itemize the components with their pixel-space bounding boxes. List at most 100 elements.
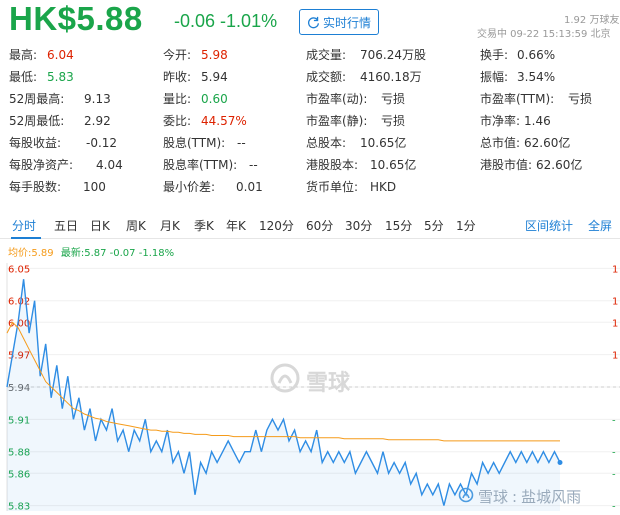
tab-period-10[interactable]: 15分 bbox=[385, 217, 412, 234]
price-change-value: -0.06 bbox=[174, 11, 216, 31]
stat-col4-0: 换手: 0.66% bbox=[480, 46, 555, 64]
stats-grid: 最高: 6.04 最低: 5.83 52周最高: 9.13 52周最低: 2.92 每股收益: -… bbox=[0, 46, 620, 200]
tab-period-2[interactable]: 日K bbox=[90, 217, 110, 234]
stat-col3-1: 成交额: 4160.18万 bbox=[306, 68, 422, 86]
stat-label: 52周最高: bbox=[9, 92, 65, 106]
stat-value: 10.65亿 bbox=[360, 136, 407, 150]
tab-period-12[interactable]: 1分 bbox=[456, 217, 476, 234]
stat-value: 5.98 bbox=[201, 48, 228, 62]
credit-separator: : bbox=[512, 487, 518, 506]
tab-period-8[interactable]: 60分 bbox=[306, 217, 333, 234]
stat-value: 2.92 bbox=[84, 114, 111, 128]
stat-col1-3: 52周最低: 2.92 bbox=[9, 112, 111, 130]
tab-period-11[interactable]: 5分 bbox=[424, 217, 444, 234]
stat-col1-5: 每股净资产: 4.04 bbox=[9, 156, 123, 174]
stat-col1-4: 每股收益: -0.12 bbox=[9, 134, 117, 152]
stat-value: 44.57% bbox=[201, 114, 247, 128]
stat-col4-1: 振幅: 3.54% bbox=[480, 68, 555, 86]
tab-period-4[interactable]: 月K bbox=[160, 217, 180, 234]
quote-header: HK$5.88 -0.06 -1.01% 实时行情 1.92 万球友 交易中 0… bbox=[0, 0, 620, 42]
stat-col4-4: 总市值: 62.60亿 bbox=[480, 134, 570, 152]
stat-label: 市净率: bbox=[480, 114, 521, 128]
stat-col3-2: 市盈率(动): 亏损 bbox=[306, 90, 405, 108]
tab-period-3[interactable]: 周K bbox=[126, 217, 146, 234]
stat-label: 每股净资产: bbox=[9, 158, 74, 172]
stat-value: 62.60亿 bbox=[536, 158, 583, 172]
realtime-quote-label: 实时行情 bbox=[322, 15, 371, 30]
tab-period-0[interactable]: 分时 bbox=[12, 217, 36, 234]
stat-col3-5: 港股股本: 10.65亿 bbox=[306, 156, 416, 174]
range-stats-link[interactable]: 区间统计 bbox=[525, 217, 573, 234]
stat-value: 10.65亿 bbox=[370, 158, 417, 172]
stat-value: 706.24万股 bbox=[360, 48, 426, 62]
stat-value: 4160.18万 bbox=[360, 70, 422, 84]
stat-value: 3.54% bbox=[517, 70, 556, 84]
y-tick-label-right: 1 bbox=[612, 297, 618, 308]
tab-period-9[interactable]: 30分 bbox=[345, 217, 372, 234]
stat-label: 市盈率(动): bbox=[306, 92, 368, 106]
price-change-percent: -1.01% bbox=[220, 11, 278, 31]
stat-value: 4.04 bbox=[96, 158, 123, 172]
last-price-dot bbox=[557, 459, 563, 465]
stat-col2-6: 最小价差: 0.01 bbox=[163, 178, 263, 196]
stat-value: 6.04 bbox=[47, 48, 74, 62]
stat-label: 换手: bbox=[480, 48, 509, 62]
active-tab-underline bbox=[11, 237, 41, 239]
stat-label: 港股股本: bbox=[306, 158, 359, 172]
stat-label: 最低: bbox=[9, 70, 38, 84]
y-tick-label-right: 1 bbox=[612, 318, 618, 329]
watermark: 雪球 bbox=[270, 363, 350, 399]
refresh-icon bbox=[307, 16, 320, 29]
stat-label: 每股收益: bbox=[9, 136, 62, 150]
stat-label: 成交额: bbox=[306, 70, 347, 84]
author-credit: 雪球 : 盐城风雨 bbox=[458, 486, 581, 507]
credit-brand: 雪球 bbox=[478, 488, 509, 506]
stat-value: 0.66% bbox=[517, 48, 556, 62]
current-price: HK$5.88 bbox=[9, 0, 143, 37]
stat-col3-0: 成交量: 706.24万股 bbox=[306, 46, 426, 64]
stat-label: 昨收: bbox=[163, 70, 192, 84]
y-tick-label-right: - bbox=[612, 502, 616, 513]
stat-value: 0.01 bbox=[236, 180, 263, 194]
stat-label: 量比: bbox=[163, 92, 192, 106]
stat-col2-4: 股息(TTM): -- bbox=[163, 134, 246, 152]
stat-col4-2: 市盈率(TTM): 亏损 bbox=[480, 90, 592, 108]
stat-label: 52周最低: bbox=[9, 114, 65, 128]
stat-value: 亏损 bbox=[381, 92, 406, 106]
stat-col1-6: 每手股数: 100 bbox=[9, 178, 106, 196]
stat-col1-1: 最低: 5.83 bbox=[9, 68, 74, 86]
realtime-quote-button[interactable]: 实时行情 bbox=[299, 9, 379, 35]
credit-author: 盐城风雨 bbox=[521, 488, 582, 506]
stat-label: 总市值: bbox=[480, 136, 521, 150]
snowball-logo-icon bbox=[270, 363, 300, 399]
stat-value: 亏损 bbox=[568, 92, 593, 106]
y-tick-label-right: 1 bbox=[612, 351, 618, 362]
snowball-small-icon bbox=[458, 487, 474, 507]
stat-label: 委比: bbox=[163, 114, 192, 128]
y-tick-label-right: - bbox=[612, 448, 616, 459]
stat-label: 股息率(TTM): bbox=[163, 158, 238, 172]
stat-label: 货币单位: bbox=[306, 180, 359, 194]
tab-period-6[interactable]: 年K bbox=[226, 217, 246, 234]
stat-col1-2: 52周最高: 9.13 bbox=[9, 90, 111, 108]
stat-value: -0.12 bbox=[86, 136, 118, 150]
fullscreen-link[interactable]: 全屏 bbox=[588, 217, 612, 234]
stat-col3-3: 市盈率(静): 亏损 bbox=[306, 112, 405, 130]
stat-label: 市盈率(静): bbox=[306, 114, 368, 128]
y-tick-label: 6.05 bbox=[8, 264, 30, 275]
stat-value: 62.60亿 bbox=[524, 136, 571, 150]
followers-count: 1.92 万球友 bbox=[564, 15, 620, 26]
stat-col2-3: 委比: 44.57% bbox=[163, 112, 247, 130]
stat-col2-1: 昨收: 5.94 bbox=[163, 68, 228, 86]
stat-label: 每手股数: bbox=[9, 180, 62, 194]
stat-label: 振幅: bbox=[480, 70, 509, 84]
tab-period-1[interactable]: 五日 bbox=[54, 217, 78, 234]
tab-period-5[interactable]: 季K bbox=[194, 217, 214, 234]
stat-col2-5: 股息率(TTM): -- bbox=[163, 156, 258, 174]
stat-value: 亏损 bbox=[381, 114, 406, 128]
stat-label: 总股本: bbox=[306, 136, 347, 150]
tab-period-7[interactable]: 120分 bbox=[259, 217, 294, 234]
period-tabs: 区间统计 全屏 分时 五日 日K 周K 月K 季K 年K 120分 60分 30分 15分 5分 1分 bbox=[0, 211, 620, 239]
stat-value: -- bbox=[249, 158, 258, 172]
stat-col4-3: 市净率: 1.46 bbox=[480, 112, 551, 130]
